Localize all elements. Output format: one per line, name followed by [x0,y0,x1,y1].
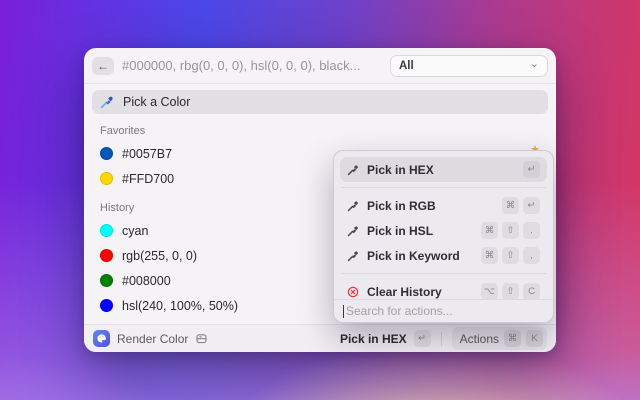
keycap-enter: ↵ [414,330,431,347]
menu-divider [341,187,546,188]
color-label: #0057B7 [122,147,172,161]
color-label: rgb(255, 0, 0) [122,249,197,263]
text-caret [343,305,344,318]
color-search-input[interactable] [122,58,382,73]
keycap-shift: ⇧ [502,247,519,264]
primary-action-label[interactable]: Pick in HEX [340,332,407,346]
menu-item-label: Pick in RGB [367,199,494,213]
color-swatch [100,147,113,160]
color-label: cyan [122,224,148,238]
actions-menu-popup: Pick in HEX ↵ Pick in RGB ⌘ ↵ [333,150,554,323]
eyedropper-icon [347,164,359,176]
eyedropper-icon [100,95,114,109]
keycap-comma: , [523,247,540,264]
keycap-period: . [523,222,540,239]
keycap-cmd: ⌘ [504,330,521,347]
eyedropper-icon [347,250,359,262]
menu-item-pick-in-rgb[interactable]: Pick in RGB ⌘ ↵ [340,193,547,218]
filter-dropdown[interactable]: All ⌄ [390,55,548,77]
keycap-cmd: ⌘ [502,197,519,214]
search-header: ← All ⌄ [84,48,556,84]
clear-circle-x-icon [347,286,359,298]
pick-a-color-label: Pick a Color [123,95,190,109]
menu-divider [341,273,546,274]
actions-search-input[interactable] [346,304,544,318]
eyedropper-icon [347,225,359,237]
printer-icon [195,332,208,345]
menu-item-pick-in-hsl[interactable]: Pick in HSL ⌘ ⇧ . [340,218,547,243]
raycast-color-picker-window: ← All ⌄ Pick a Color Favorites #0057B7 ★ [84,48,556,352]
color-picker-app-icon [93,330,110,347]
section-header-favorites: Favorites [100,125,548,137]
keycap-cmd: ⌘ [481,247,498,264]
keycap-cmd: ⌘ [481,222,498,239]
keycap-shift: ⇧ [502,222,519,239]
keycap-shift: ⇧ [502,283,519,300]
color-swatch [100,249,113,262]
actions-search-bar [334,299,553,322]
footer-divider [441,332,442,346]
keycap-option: ⌥ [481,283,498,300]
menu-item-label: Pick in Keyword [367,249,473,263]
color-label: #FFD700 [122,172,174,186]
menu-item-label: Pick in HSL [367,224,473,238]
color-swatch [100,172,113,185]
filter-dropdown-value: All [399,60,530,72]
actions-button[interactable]: Actions ⌘ K [452,327,547,350]
menu-item-pick-in-hex[interactable]: Pick in HEX ↵ [340,157,547,182]
back-button[interactable]: ← [92,57,114,75]
back-arrow-icon: ← [97,59,109,73]
color-label: #008000 [122,274,171,288]
keycap-k: K [526,330,543,347]
keycap-enter: ↵ [523,161,540,178]
eyedropper-icon [347,200,359,212]
menu-item-label: Clear History [367,285,473,299]
pick-a-color-row[interactable]: Pick a Color [92,90,548,114]
menu-item-label: Pick in HEX [367,163,515,177]
color-label: hsl(240, 100%, 50%) [122,299,238,313]
keycap-c: C [523,283,540,300]
color-swatch [100,274,113,287]
command-name: Render Color [117,332,188,346]
color-swatch [100,224,113,237]
color-swatch [100,299,113,312]
menu-item-pick-in-keyword[interactable]: Pick in Keyword ⌘ ⇧ , [340,243,547,268]
footer-bar: Render Color Pick in HEX ↵ Actions ⌘ K [84,324,556,352]
keycap-enter: ↵ [523,197,540,214]
actions-button-label: Actions [460,332,499,346]
